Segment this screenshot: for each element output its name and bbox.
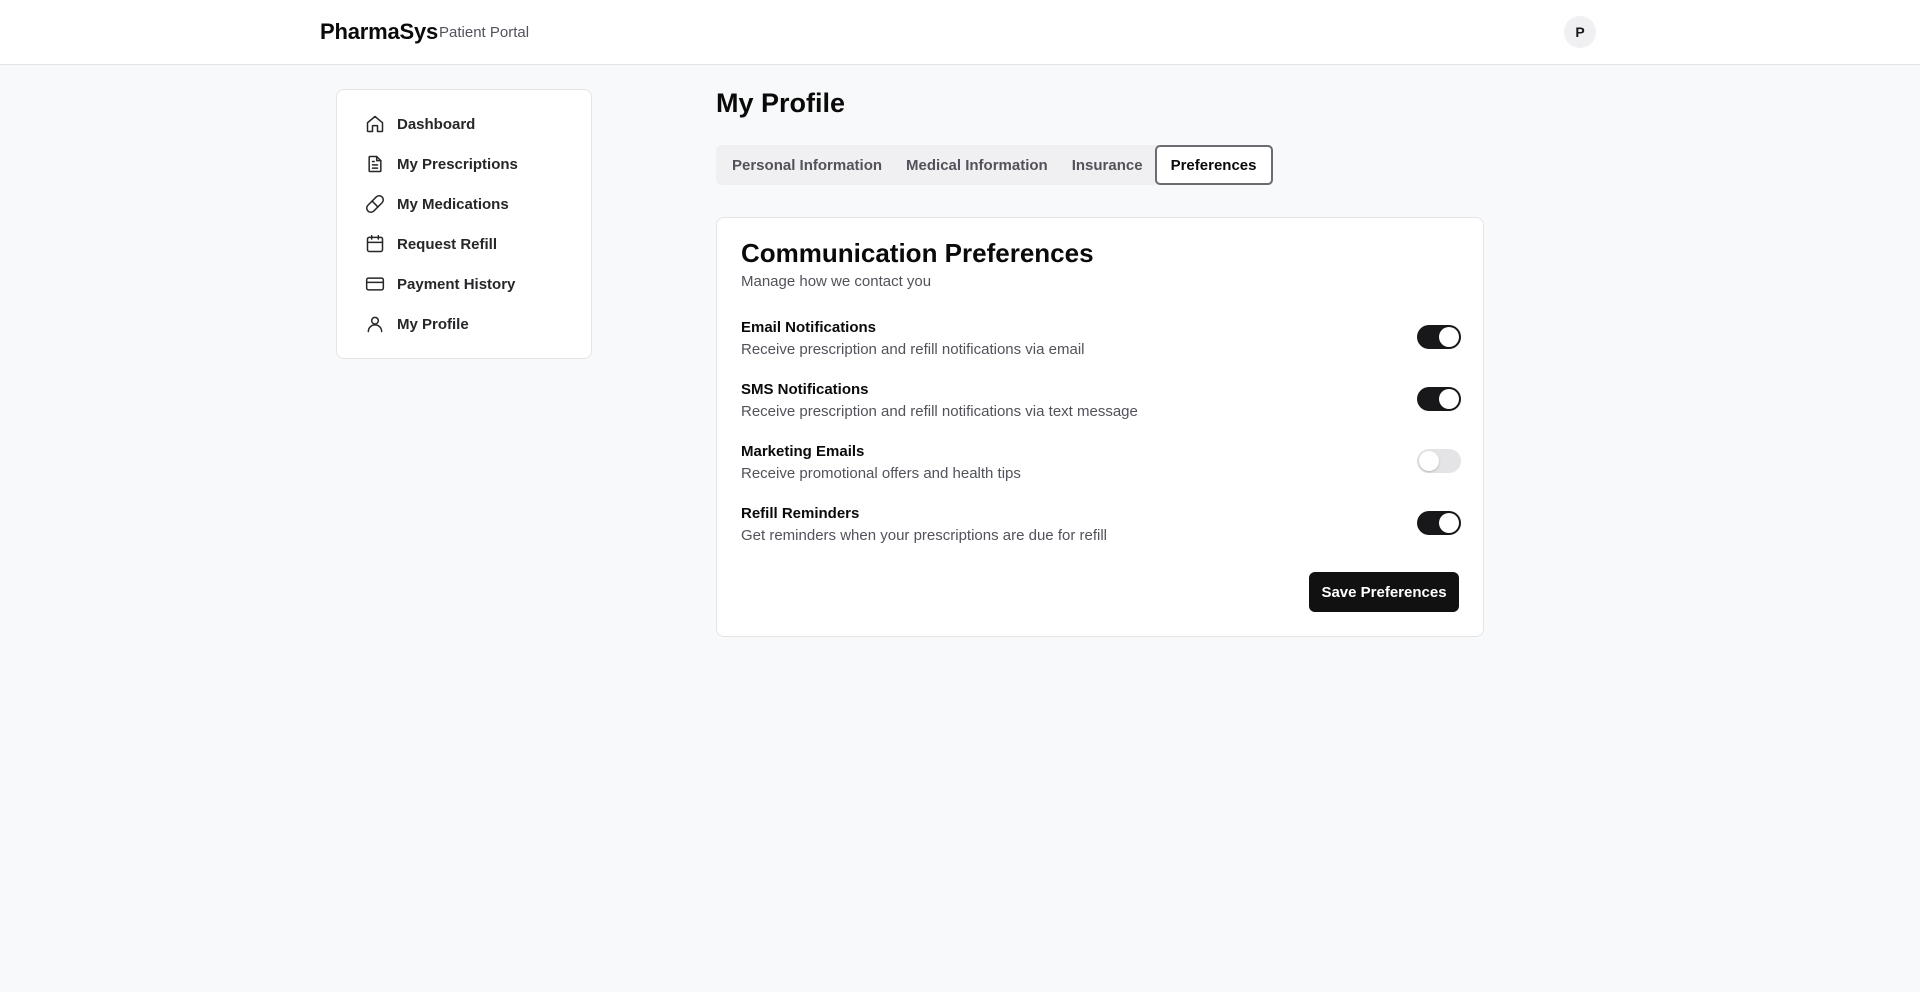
sidebar-item-label: My Profile [397, 315, 469, 333]
calendar-icon [365, 234, 385, 254]
brand-subtitle: Patient Portal [439, 24, 530, 41]
credit-card-icon [365, 274, 385, 294]
sidebar-item-medications[interactable]: My Medications [349, 184, 579, 224]
sms-notifications-toggle[interactable] [1417, 387, 1461, 411]
email-notifications-toggle[interactable] [1417, 325, 1461, 349]
top-bar: PharmaSys Patient Portal P [0, 0, 1920, 65]
preference-row-sms: SMS Notifications Receive prescription a… [741, 381, 1461, 425]
card-subtitle: Manage how we contact you [741, 273, 932, 290]
preference-description: Get reminders when your prescriptions ar… [741, 527, 1107, 544]
sidebar-item-label: My Prescriptions [397, 155, 518, 173]
page-title: My Profile [716, 88, 846, 118]
toggle-knob [1439, 327, 1459, 347]
toggle-knob [1439, 389, 1459, 409]
preference-row-refill-reminders: Refill Reminders Get reminders when your… [741, 505, 1461, 549]
sidebar-item-my-profile[interactable]: My Profile [349, 304, 579, 344]
toggle-knob [1419, 451, 1439, 471]
tab-medical-information[interactable]: Medical Information [894, 145, 1060, 185]
user-icon [365, 314, 385, 334]
tab-preferences[interactable]: Preferences [1154, 145, 1273, 185]
sidebar-item-prescriptions[interactable]: My Prescriptions [349, 144, 579, 184]
toggle-knob [1439, 513, 1459, 533]
preference-label: Email Notifications [741, 319, 877, 336]
home-icon [365, 114, 385, 134]
sidebar: Dashboard My Prescriptions My Medication… [336, 89, 592, 359]
sidebar-item-dashboard[interactable]: Dashboard [349, 104, 579, 144]
pill-icon [365, 194, 385, 214]
sidebar-item-request-refill[interactable]: Request Refill [349, 224, 579, 264]
sidebar-item-label: My Medications [397, 195, 509, 213]
sidebar-item-label: Dashboard [397, 115, 476, 133]
preference-description: Receive promotional offers and health ti… [741, 465, 1021, 482]
sidebar-item-label: Payment History [397, 275, 516, 293]
refill-reminders-toggle[interactable] [1417, 511, 1461, 535]
profile-tabs: Personal Information Medical Information… [716, 145, 1273, 185]
preference-description: Receive prescription and refill notifica… [741, 403, 1138, 420]
card-title: Communication Preferences [741, 238, 1094, 268]
preference-label: Marketing Emails [741, 443, 865, 460]
preference-label: Refill Reminders [741, 505, 860, 522]
communication-preferences-card: Communication Preferences Manage how we … [716, 217, 1484, 637]
sidebar-item-payment-history[interactable]: Payment History [349, 264, 579, 304]
tab-personal-information[interactable]: Personal Information [720, 145, 894, 185]
preference-label: SMS Notifications [741, 381, 869, 398]
brand-logo[interactable]: PharmaSys [320, 19, 438, 45]
tab-insurance[interactable]: Insurance [1060, 145, 1155, 185]
avatar[interactable]: P [1564, 16, 1596, 48]
preference-row-marketing: Marketing Emails Receive promotional off… [741, 443, 1461, 487]
marketing-emails-toggle[interactable] [1417, 449, 1461, 473]
preference-description: Receive prescription and refill notifica… [741, 341, 1085, 358]
document-icon [365, 154, 385, 174]
save-preferences-button[interactable]: Save Preferences [1309, 572, 1459, 612]
preference-row-email: Email Notifications Receive prescription… [741, 319, 1461, 363]
sidebar-item-label: Request Refill [397, 235, 498, 253]
